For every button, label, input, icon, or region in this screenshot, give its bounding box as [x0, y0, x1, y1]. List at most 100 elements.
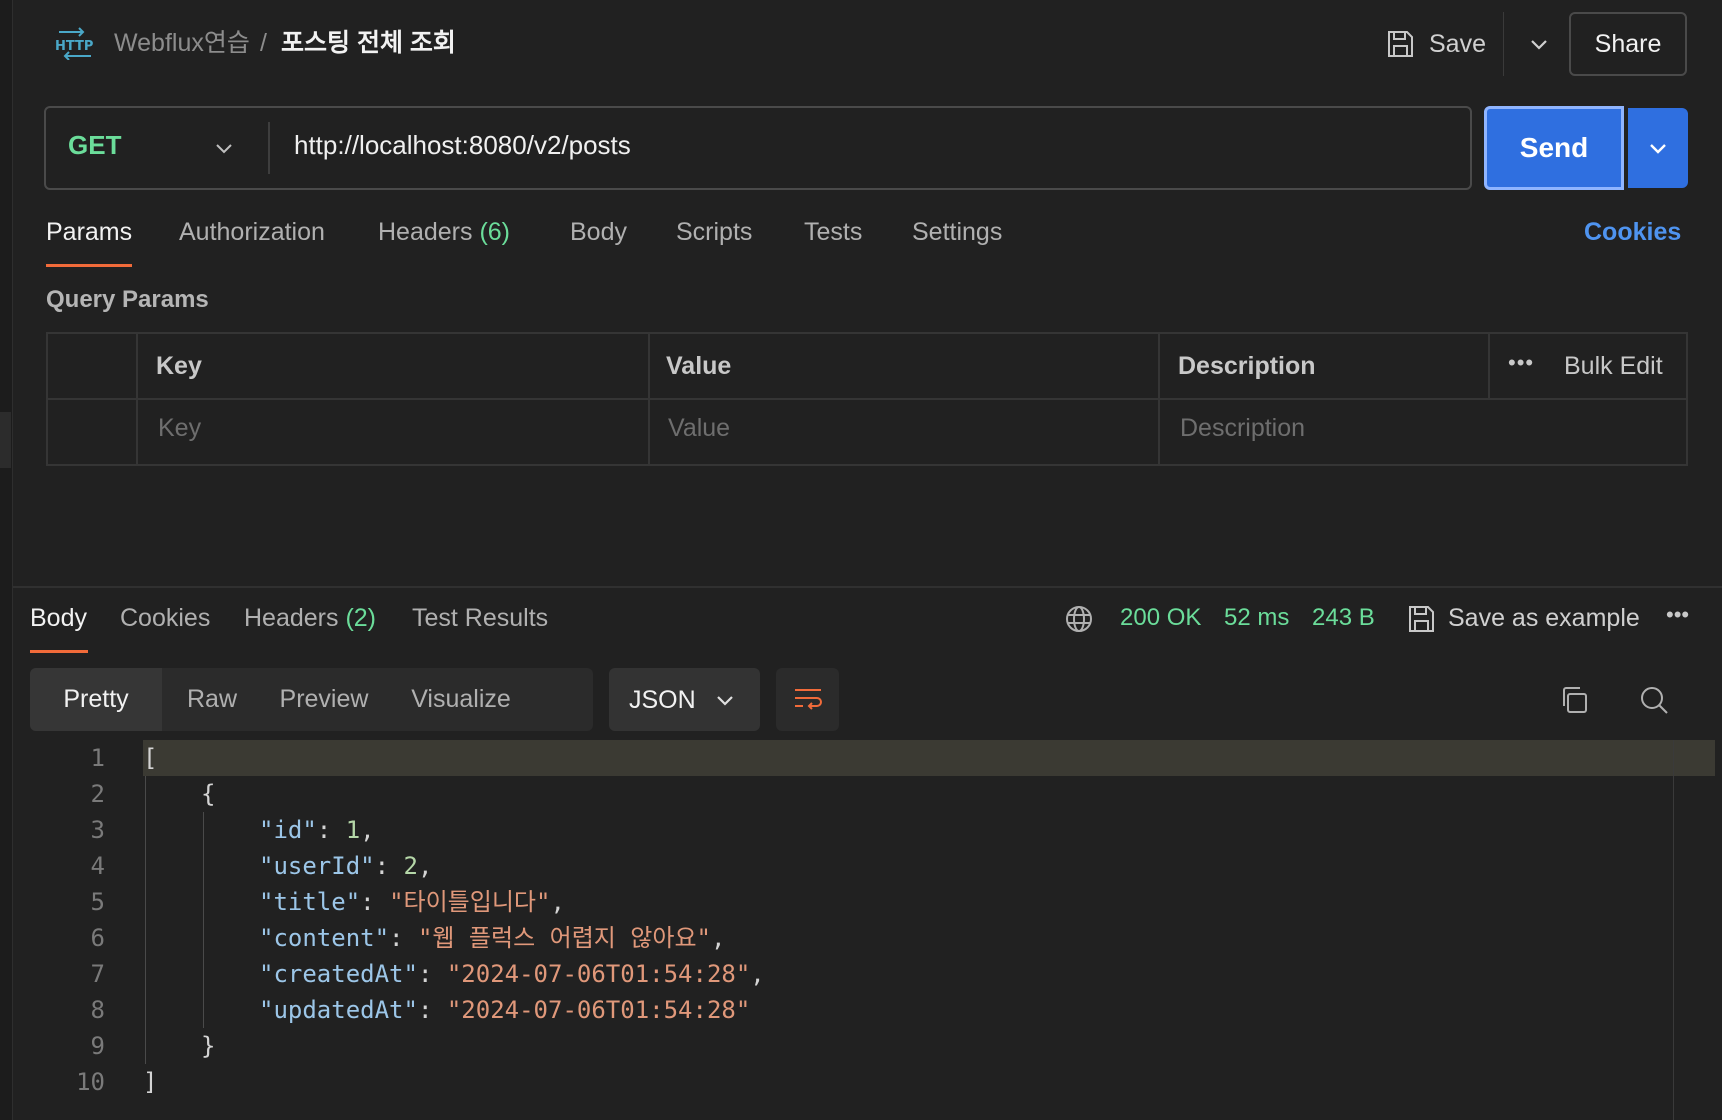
wrap-lines-button[interactable]: [776, 668, 839, 731]
code-line: {: [201, 776, 215, 812]
status-code[interactable]: 200 OK: [1120, 604, 1201, 632]
indent-guide: [145, 776, 146, 1064]
copy-icon[interactable]: [1558, 684, 1590, 716]
column-header-key: Key: [156, 352, 202, 380]
response-size[interactable]: 243 B: [1312, 604, 1375, 632]
line-number: 5: [90, 888, 105, 916]
tab-label: Params: [46, 218, 133, 246]
tab-tests[interactable]: Tests: [804, 218, 862, 247]
json-comma: ,: [417, 852, 433, 880]
json-comma: ,: [750, 960, 765, 988]
close-brace: }: [201, 1032, 216, 1060]
code-line: [: [143, 740, 157, 776]
header-divider: [48, 398, 1686, 400]
code-line: "userId": 2,: [259, 852, 433, 880]
query-params-title: Query Params: [46, 286, 209, 313]
open-brace: {: [201, 780, 216, 808]
code-line: "updatedAt": "2024-07-06T01:54:28": [259, 996, 751, 1024]
bulk-edit-link[interactable]: Bulk Edit: [1564, 352, 1663, 381]
response-body-editor[interactable]: 1 2 3 4 5 6 7 8 9 10 [ { "id": 1, "userI…: [13, 738, 1722, 1120]
save-as-example-button[interactable]: Save as example: [1448, 604, 1640, 633]
breadcrumb-collection[interactable]: Webflux연습: [114, 26, 250, 60]
method-select[interactable]: GET: [68, 130, 121, 161]
param-key-input[interactable]: Key: [158, 414, 201, 443]
request-title[interactable]: 포스팅 전체 조회: [281, 26, 456, 60]
view-pretty[interactable]: Pretty: [30, 668, 162, 731]
json-value: 2: [403, 852, 418, 880]
save-icon: [1409, 606, 1434, 632]
param-description-input[interactable]: Description: [1180, 414, 1305, 443]
tab-scripts[interactable]: Scripts: [676, 218, 752, 247]
tab-label: Test Results: [412, 604, 549, 632]
send-options-button[interactable]: [1628, 108, 1688, 188]
param-value-input[interactable]: Value: [668, 414, 730, 443]
json-key: "title": [259, 888, 361, 916]
code-line: "createdAt": "2024-07-06T01:54:28",: [259, 960, 765, 988]
chevron-down-icon: [717, 696, 733, 706]
query-params-table: Key Value Description ••• Bulk Edit Key …: [46, 332, 1688, 466]
json-key: "userId": [259, 852, 375, 880]
line-number: 7: [90, 960, 105, 988]
code-line: "title": "타이틀입니다",: [259, 888, 565, 916]
more-icon[interactable]: •••: [1666, 602, 1689, 628]
share-button[interactable]: Share: [1569, 12, 1687, 76]
send-button[interactable]: Send: [1484, 106, 1624, 190]
format-label: JSON: [629, 686, 696, 714]
line-number: 4: [90, 852, 105, 880]
tab-label: Headers: [244, 604, 339, 632]
chevron-down-icon[interactable]: [212, 136, 236, 160]
save-icon: [1388, 31, 1413, 57]
save-button[interactable]: Save: [1385, 24, 1486, 64]
response-time[interactable]: 52 ms: [1224, 604, 1289, 632]
tab-response-body[interactable]: Body: [30, 604, 87, 633]
json-key: "updatedAt": [259, 996, 418, 1024]
sidebar-handle[interactable]: [0, 412, 11, 468]
headers-count: (2): [345, 604, 377, 632]
pane-divider[interactable]: [13, 586, 1722, 588]
json-key: "createdAt": [259, 960, 418, 988]
json-comma: ,: [711, 924, 726, 952]
json-value: "타이틀입니다": [389, 888, 551, 916]
url-input[interactable]: http://localhost:8080/v2/posts: [294, 130, 631, 161]
line-number: 2: [90, 780, 105, 808]
tab-authorization[interactable]: Authorization: [179, 218, 325, 247]
json-key: "content": [259, 924, 390, 952]
code-line: "id": 1,: [259, 816, 375, 844]
line-number: 8: [90, 996, 105, 1024]
tab-label: Headers: [378, 218, 473, 246]
tab-params[interactable]: Params: [46, 218, 132, 247]
line-number: 10: [76, 1068, 105, 1096]
view-mode-segmented: Pretty Raw Preview Visualize: [30, 668, 593, 731]
search-icon[interactable]: [1638, 684, 1670, 716]
wrap-lines-icon: [795, 689, 822, 710]
json-value: 1: [345, 816, 361, 844]
request-header: HTTP Webflux연습 / 포스팅 전체 조회 Save Share: [13, 0, 1722, 88]
format-select[interactable]: JSON: [609, 668, 760, 731]
indent-guide: [203, 812, 204, 1028]
more-icon[interactable]: •••: [1508, 350, 1534, 376]
current-line-highlight: [143, 740, 1715, 776]
view-visualize[interactable]: Visualize: [386, 668, 536, 731]
method-divider: [268, 122, 270, 174]
chevron-down-icon: [1650, 144, 1666, 154]
tab-label: Tests: [804, 218, 863, 246]
tab-label: Cookies: [120, 604, 211, 632]
tab-label: Body: [30, 604, 87, 632]
view-raw[interactable]: Raw: [162, 668, 262, 731]
view-preview[interactable]: Preview: [262, 668, 386, 731]
chevron-down-icon[interactable]: [1527, 32, 1551, 56]
tab-headers[interactable]: Headers (6): [378, 218, 510, 247]
tab-response-cookies[interactable]: Cookies: [120, 604, 210, 633]
globe-icon[interactable]: [1064, 604, 1094, 634]
tab-test-results[interactable]: Test Results: [412, 604, 548, 633]
code-line: "content": "웹 플럭스 어렵지 않아요",: [259, 924, 726, 952]
tab-body[interactable]: Body: [570, 218, 627, 247]
tab-settings[interactable]: Settings: [912, 218, 1002, 247]
column-header-value: Value: [666, 352, 732, 380]
json-value: "웹 플럭스 어렵지 않아요": [417, 924, 711, 952]
http-icon: HTTP: [55, 27, 93, 60]
json-value: "2024-07-06T01:54:28": [446, 996, 751, 1024]
line-number: 1: [90, 744, 105, 772]
tab-response-headers[interactable]: Headers (2): [244, 604, 376, 633]
cookies-link[interactable]: Cookies: [1584, 218, 1681, 247]
